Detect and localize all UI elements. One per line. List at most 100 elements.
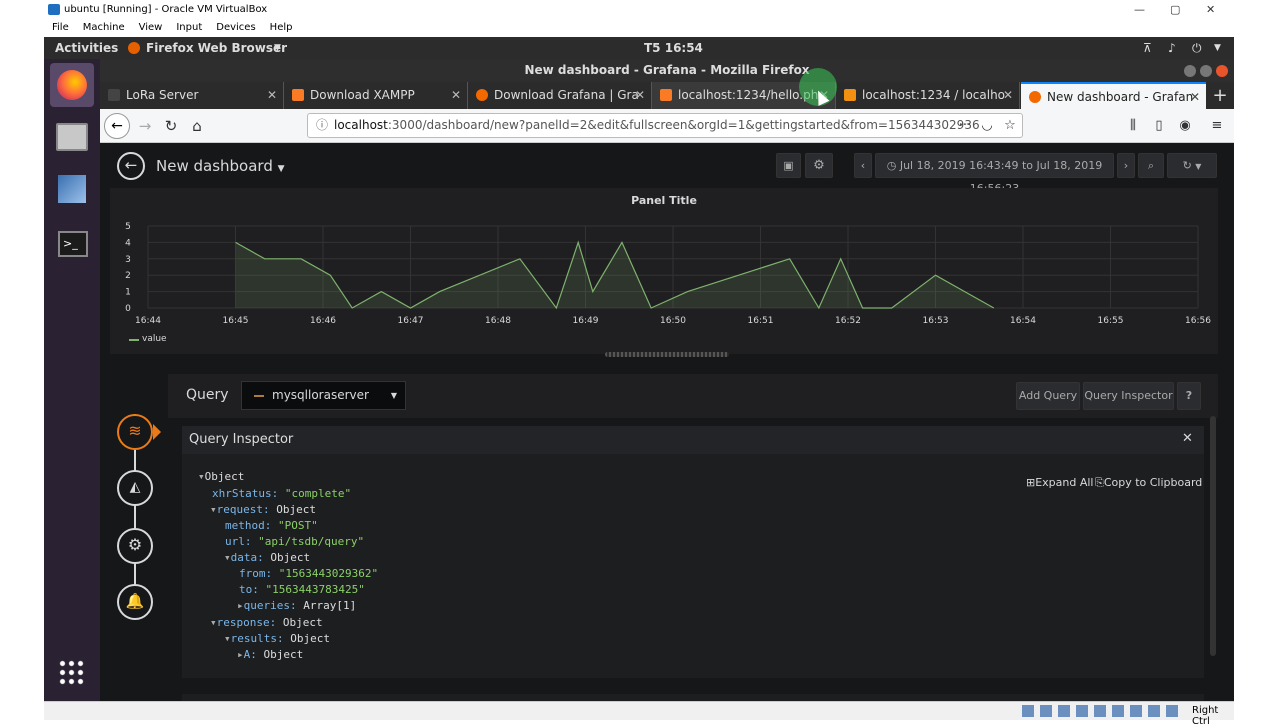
settings-gear-icon[interactable]: ⚙ bbox=[805, 153, 833, 178]
menu-machine[interactable]: Machine bbox=[83, 22, 125, 33]
time-forward-icon[interactable]: › bbox=[1117, 153, 1135, 178]
minimize-icon[interactable]: — bbox=[1134, 0, 1145, 19]
phpmyadmin-icon bbox=[844, 89, 856, 101]
menu-devices[interactable]: Devices bbox=[216, 22, 255, 33]
json-a[interactable]: ▸A: Object bbox=[237, 648, 303, 661]
json-value: Object bbox=[263, 648, 304, 661]
inspector-scrollbar[interactable] bbox=[1210, 416, 1216, 656]
query-inspector-button[interactable]: Query Inspector bbox=[1083, 382, 1174, 410]
json-value: Object bbox=[276, 503, 316, 516]
menu-view[interactable]: View bbox=[139, 22, 163, 33]
back-button[interactable]: ← bbox=[104, 113, 130, 139]
add-query-button[interactable]: Add Query bbox=[1016, 382, 1080, 410]
json-key: data: bbox=[230, 551, 264, 564]
json-to: to: "1563443783425" bbox=[239, 583, 365, 596]
volume-icon[interactable]: ♪ bbox=[1168, 37, 1176, 59]
clipboard-icon: ⎘ bbox=[1095, 476, 1104, 489]
json-root[interactable]: ▾Object bbox=[198, 470, 244, 483]
json-request[interactable]: ▾request: Object bbox=[210, 503, 316, 516]
tab-close-icon[interactable]: ✕ bbox=[267, 82, 277, 109]
app-menu[interactable]: Firefox Web Browser bbox=[146, 37, 287, 59]
network-app-icon bbox=[58, 175, 86, 203]
dashboard-title[interactable]: New dashboard ▼ bbox=[156, 157, 285, 175]
x-tick-label: 16:47 bbox=[398, 316, 424, 326]
menu-help[interactable]: Help bbox=[270, 22, 293, 33]
tab-label: LoRa Server bbox=[126, 88, 199, 102]
json-queries[interactable]: ▸queries: Array[1] bbox=[237, 599, 356, 612]
general-settings-icon[interactable]: ⚙ bbox=[117, 528, 153, 564]
bookmark-star-icon[interactable]: ☆ bbox=[999, 115, 1021, 137]
legend-label[interactable]: value bbox=[142, 334, 167, 344]
x-tick-label: 16:49 bbox=[573, 316, 599, 326]
json-value: "POST" bbox=[277, 519, 318, 532]
json-from: from: "1563443029362" bbox=[239, 567, 378, 580]
panel-resize-handle[interactable] bbox=[605, 352, 729, 357]
collapse-arrow-icon: ▾ bbox=[198, 470, 205, 483]
chevron-down-icon: ▼ bbox=[274, 43, 281, 53]
pocket-icon[interactable]: ◡ bbox=[976, 115, 998, 137]
vbox-left-frame bbox=[0, 0, 44, 720]
json-results[interactable]: ▾results: Object bbox=[224, 632, 330, 645]
close-icon[interactable]: ✕ bbox=[1206, 0, 1215, 19]
collapse-arrow-icon: ▾ bbox=[224, 551, 231, 564]
ubuntu-top-bar: Activities Firefox Web Browser ▼ T5 16:5… bbox=[44, 37, 1234, 59]
inspector-close-icon[interactable]: ✕ bbox=[1182, 431, 1193, 446]
json-value: "1563443783425" bbox=[265, 583, 365, 596]
menu-file[interactable]: File bbox=[52, 22, 69, 33]
vbox-status-icons bbox=[1022, 705, 1182, 717]
tab-download-grafana[interactable]: Download Grafana | Gra ✕ bbox=[468, 82, 652, 109]
url-bar[interactable]: ⓘ localhost:3000/dashboard/new?panelId=2… bbox=[307, 113, 1023, 138]
tab-close-icon[interactable]: ✕ bbox=[451, 82, 461, 109]
page-actions-icon[interactable]: ··· bbox=[954, 115, 976, 137]
dock-firefox[interactable] bbox=[50, 63, 94, 107]
back-arrow-icon[interactable]: ← bbox=[117, 152, 145, 180]
dock-network-app[interactable] bbox=[50, 167, 94, 211]
save-icon[interactable]: ▣ bbox=[776, 153, 801, 178]
forward-button[interactable]: → bbox=[134, 115, 156, 137]
tab-phpmyadmin[interactable]: localhost:1234 / localho ✕ bbox=[836, 82, 1020, 109]
expand-all-button[interactable]: ⊞Expand All bbox=[1026, 476, 1094, 489]
tab-lora-server[interactable]: LoRa Server ✕ bbox=[100, 82, 284, 109]
hamburger-menu-icon[interactable]: ≡ bbox=[1206, 115, 1228, 137]
database-icon[interactable]: ≋ bbox=[117, 414, 153, 450]
refresh-icon: ↻ bbox=[1182, 159, 1192, 172]
copy-clipboard-button[interactable]: ⎘Copy to Clipboard bbox=[1095, 476, 1202, 490]
time-back-icon[interactable]: ‹ bbox=[854, 153, 872, 178]
tab-download-xampp[interactable]: Download XAMPP ✕ bbox=[284, 82, 468, 109]
time-range-picker[interactable]: ◷ Jul 18, 2019 16:43:49 to Jul 18, 2019 … bbox=[875, 153, 1114, 195]
show-apps-icon[interactable] bbox=[58, 659, 86, 687]
sidebar-icon[interactable]: ▯ bbox=[1148, 115, 1170, 137]
new-tab-icon[interactable]: + bbox=[1210, 82, 1230, 109]
account-icon[interactable]: ◉ bbox=[1174, 115, 1196, 137]
zoom-out-icon[interactable]: ⌕ bbox=[1138, 153, 1164, 178]
tab-close-icon[interactable]: ✕ bbox=[635, 82, 645, 109]
json-value: "1563443029362" bbox=[278, 567, 379, 580]
json-response[interactable]: ▾response: Object bbox=[210, 616, 323, 629]
reload-button[interactable]: ↻ bbox=[160, 115, 182, 137]
json-data[interactable]: ▾data: Object bbox=[224, 551, 310, 564]
network-icon[interactable]: ⊼ bbox=[1143, 37, 1152, 59]
tab-close-icon[interactable]: ✕ bbox=[1003, 82, 1013, 109]
clock[interactable]: T5 16:54 bbox=[644, 37, 703, 59]
ff-maximize-icon[interactable] bbox=[1200, 65, 1212, 77]
power-icon[interactable]: ⏻ bbox=[1192, 37, 1202, 59]
datasource-select[interactable]: mysqlloraserver ▼ bbox=[241, 381, 406, 410]
activities-button[interactable]: Activities bbox=[55, 37, 118, 59]
maximize-icon[interactable]: ▢ bbox=[1170, 0, 1180, 19]
dock-files[interactable] bbox=[50, 115, 94, 159]
visualization-icon[interactable]: ◭ bbox=[117, 470, 153, 506]
system-menu-chevron-icon[interactable]: ▼ bbox=[1214, 37, 1221, 59]
home-button[interactable]: ⌂ bbox=[186, 115, 208, 137]
menu-input[interactable]: Input bbox=[176, 22, 202, 33]
ff-close-icon[interactable] bbox=[1216, 65, 1228, 77]
library-icon[interactable]: ⫼ bbox=[1122, 115, 1144, 137]
alert-bell-icon[interactable]: 🔔 bbox=[117, 584, 153, 620]
tab-new-dashboard[interactable]: New dashboard - Grafan ✕ bbox=[1021, 82, 1206, 109]
info-icon[interactable]: ⓘ bbox=[316, 114, 328, 137]
ff-minimize-icon[interactable] bbox=[1184, 65, 1196, 77]
dock-terminal[interactable]: >_ bbox=[50, 221, 94, 265]
refresh-button[interactable]: ↻ ▼ bbox=[1167, 153, 1217, 178]
x-tick-label: 16:52 bbox=[835, 316, 861, 326]
tab-close-icon[interactable]: ✕ bbox=[1190, 84, 1200, 109]
help-button[interactable]: ? bbox=[1177, 382, 1201, 410]
